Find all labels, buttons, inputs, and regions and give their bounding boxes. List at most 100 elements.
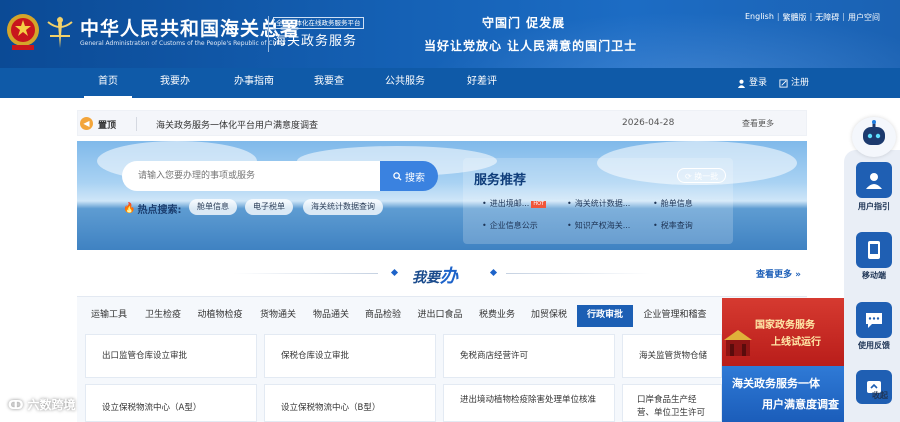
user-guide-icon [866, 173, 882, 189]
title-line-right [506, 273, 651, 274]
top-link-english[interactable]: English [745, 12, 774, 23]
user-guide-button[interactable] [856, 162, 892, 198]
feedback-button[interactable] [856, 302, 892, 338]
login-button[interactable]: 登录 [737, 68, 767, 98]
sidebar-label-collapse: 收起 [872, 391, 888, 400]
platform-name[interactable]: 海关政务服务 [273, 30, 357, 49]
register-label: 注册 [791, 78, 810, 88]
hot-tag-tax-bill[interactable]: 电子税单 [245, 199, 293, 215]
search-input[interactable] [138, 167, 368, 185]
notice-date: 2026-04-28 [622, 118, 675, 128]
service-card[interactable]: 海关监管货物仓储 [622, 334, 722, 378]
search-button-label: 搜索 [405, 172, 425, 184]
service-card[interactable]: 出口监管仓库设立审批 [85, 334, 257, 378]
chat-icon [866, 313, 882, 328]
top-link-traditional[interactable]: 繁體版 [783, 12, 807, 23]
national-emblem-icon [7, 14, 39, 50]
slogan-line1: 守国门 促发展 [482, 16, 566, 30]
customs-logo-icon [47, 16, 73, 48]
recommend-title: 服务推荐 [474, 173, 527, 188]
view-more-label: 查看更多 [756, 270, 793, 280]
promo-line2: 上线试运行 [771, 337, 821, 348]
service-card[interactable]: 进出境动植物检疫除害处理单位核准 [443, 384, 615, 422]
recommend-item[interactable]: 进出境邮...HOT [482, 198, 547, 209]
hot-tag-statistics[interactable]: 海关统计数据查询 [303, 199, 383, 215]
fire-icon: 🔥 [123, 203, 136, 214]
category-tab-active[interactable]: 行政审批 [577, 305, 633, 325]
category-active-indicator [577, 325, 633, 327]
category-tab[interactable]: 动植物检疫 [192, 305, 248, 325]
promo-line1: 国家政务服务 [755, 320, 815, 331]
service-card[interactable]: 设立保税物流中心（B型） [264, 384, 436, 422]
category-tab[interactable]: 进出口食品 [412, 305, 468, 325]
top-links: English | 繁體版 | 无障碍 | 用户空间 [745, 12, 880, 23]
refresh-label: 换一批 [694, 172, 719, 181]
promo-top: 国家政务服务 上线试运行 [722, 298, 847, 366]
refresh-button[interactable]: ⟳ 换一批 [677, 168, 727, 183]
nav-home[interactable]: 首页 [84, 68, 132, 98]
assistant-robot-icon[interactable] [852, 117, 896, 157]
speaker-icon: ◀ [80, 117, 93, 130]
tiananmen-icon [724, 330, 752, 356]
promo-banner[interactable]: 国家政务服务 上线试运行 海关政务服务一体 用户满意度调查 [722, 298, 847, 422]
nav-apply[interactable]: 我要办 [151, 68, 199, 98]
nav-guide[interactable]: 办事指南 [226, 68, 282, 98]
category-tab[interactable]: 税费业务 [474, 305, 520, 325]
category-tab[interactable]: 物品通关 [308, 305, 354, 325]
search-button[interactable]: 搜索 [380, 161, 438, 191]
category-tab[interactable]: 加贸保税 [526, 305, 572, 325]
top-link-accessibility[interactable]: 无障碍 [815, 12, 839, 23]
category-tab[interactable]: 货物通关 [255, 305, 301, 325]
top-link-user-space[interactable]: 用户空间 [848, 12, 880, 23]
watermark-logo-icon: ↀ [8, 397, 24, 412]
search-box [122, 161, 380, 191]
edit-icon [779, 78, 788, 88]
site-header: 中华人民共和国海关总署 General Administration of Cu… [0, 0, 900, 68]
sidebar-label-guide: 用户指引 [858, 202, 890, 211]
title-dot-right [489, 268, 498, 277]
service-card[interactable]: 口岸食品生产经营、单位卫生许可 [622, 384, 722, 422]
service-card[interactable]: 设立保税物流中心（A型） [85, 384, 257, 422]
category-tab[interactable]: 卫生检疫 [140, 305, 186, 325]
sidebar-label-mobile: 移动端 [862, 271, 886, 280]
section-title-prefix: 我要 [412, 270, 440, 286]
service-card[interactable]: 保税仓库设立审批 [264, 334, 436, 378]
recommend-item[interactable]: 海关统计数据... [567, 198, 631, 209]
platform-tag: 全国一体化在线政务服务平台 [273, 17, 364, 29]
register-button[interactable]: 注册 [779, 68, 809, 98]
nav-evaluation[interactable]: 好差评 [458, 68, 506, 98]
search-banner: 搜索 🔥 热点搜索: 舱单信息 电子税单 海关统计数据查询 服务推荐 ⟳ 换一批… [77, 141, 807, 250]
mobile-icon [868, 241, 880, 259]
recommend-item[interactable]: 知识产权海关... [567, 220, 631, 231]
mobile-button[interactable] [856, 232, 892, 268]
right-toolbar [844, 150, 900, 422]
nav-query[interactable]: 我要查 [305, 68, 353, 98]
section-title: 我要办 [412, 262, 458, 288]
view-more-link[interactable]: 查看更多 » [756, 267, 801, 280]
user-icon [737, 79, 746, 88]
title-line-left [233, 273, 378, 274]
watermark-text: 六数跨境 [27, 398, 76, 412]
site-name-english: General Administration of Customs of the… [80, 40, 286, 47]
promo-line4: 用户满意度调查 [762, 398, 839, 411]
recommend-item[interactable]: 舱单信息 [653, 198, 693, 209]
nav-public-service[interactable]: 公共服务 [377, 68, 433, 98]
notice-more-link[interactable]: 查看更多 [742, 118, 774, 129]
promo-line3: 海关政务服务一体 [732, 377, 820, 390]
hot-tag-manifest[interactable]: 舱单信息 [189, 199, 237, 215]
hot-search-label: 🔥 热点搜索: [123, 201, 181, 216]
site-name[interactable]: 中华人民共和国海关总署 [80, 14, 300, 41]
notice-divider [136, 117, 137, 131]
service-card[interactable]: 免税商店经营许可 [443, 334, 615, 378]
recommend-item[interactable]: 税率查询 [653, 220, 693, 231]
watermark: ↀ 六数跨境 [8, 396, 75, 413]
recommend-item[interactable]: 企业信息公示 [482, 220, 538, 231]
category-tab[interactable]: 企业管理和稽查 [638, 305, 712, 325]
notice-link[interactable]: 海关政务服务一体化平台用户满意度调查 [156, 118, 318, 131]
slogan-line2: 当好让党放心 让人民满意的国门卫士 [424, 39, 638, 53]
double-chevron-right-icon: » [795, 270, 801, 280]
category-tab[interactable]: 商品检验 [360, 305, 406, 325]
main-nav: 首页 我要办 办事指南 我要查 公共服务 好差评 登录 注册 [0, 68, 900, 98]
login-label: 登录 [749, 78, 768, 88]
category-tab[interactable]: 运输工具 [86, 305, 132, 325]
